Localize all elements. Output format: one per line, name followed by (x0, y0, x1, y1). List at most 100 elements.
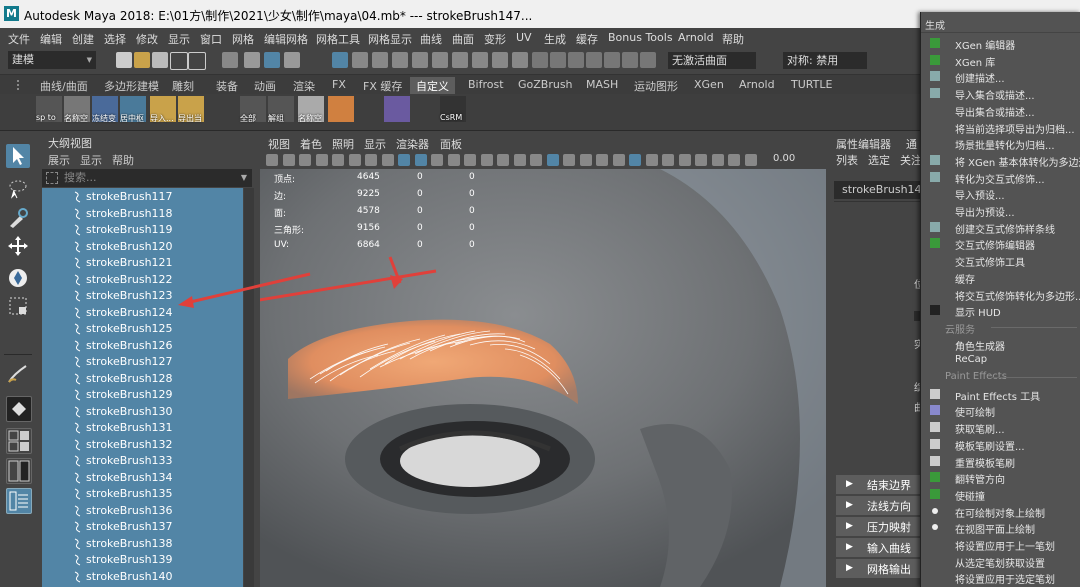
outliner-item[interactable]: strokeBrush135 (42, 486, 243, 503)
generate-menu-item[interactable]: 获取笔刷... (921, 419, 1080, 436)
viewport-toolbar-icon-10[interactable] (431, 154, 443, 166)
viewport-toolbar-icon-1[interactable] (282, 154, 295, 166)
shelf-tab-0[interactable]: 曲线/曲面 (34, 77, 94, 95)
attribute-editor-title[interactable]: 属性编辑器 (836, 136, 891, 152)
menu-18[interactable]: Arnold (678, 31, 714, 44)
shelf-icon-2[interactable]: 冻结变 (92, 96, 118, 123)
shelf-icon-0[interactable]: sp to (36, 96, 62, 122)
viewport-toolbar-icon-25[interactable] (678, 154, 691, 166)
shelf-tab-9[interactable]: Bifrost (462, 77, 510, 92)
generate-menu-item[interactable]: 场景批量转化为归档... (921, 135, 1080, 152)
viewport-toolbar-icon-29[interactable] (744, 154, 757, 166)
generate-menu-item[interactable]: 创建交互式修饰样条线 (921, 219, 1080, 236)
snap-grid-icon[interactable] (332, 52, 348, 68)
viewport-toolbar-icon-15[interactable] (513, 154, 526, 166)
outliner-item[interactable]: strokeBrush133 (42, 453, 243, 470)
outliner-item[interactable]: strokeBrush140 (42, 569, 243, 586)
outliner-item[interactable]: strokeBrush138 (42, 536, 243, 553)
generate-menu-item[interactable]: 导出为预设... (921, 202, 1080, 219)
viewport-menu-show[interactable]: 显示 (364, 136, 386, 152)
camera-icon[interactable] (640, 52, 656, 68)
viewport-toolbar-icon-21[interactable] (612, 154, 625, 166)
menu-15[interactable]: 生成 (544, 31, 566, 47)
outliner-item[interactable]: strokeBrush139 (42, 552, 243, 569)
render-icon[interactable] (472, 52, 488, 68)
viewport-menu-panels[interactable]: 面板 (440, 136, 462, 152)
generate-menu-item[interactable]: 模板笔刷设置... (921, 436, 1080, 453)
generate-menu-item[interactable]: ReCap (921, 352, 1080, 368)
outliner-search-input[interactable]: 搜索... ▼ (42, 169, 252, 187)
menu-13[interactable]: 变形 (484, 31, 506, 47)
construction-history-icon[interactable] (568, 52, 584, 68)
viewport-toolbar-icon-17[interactable] (546, 154, 559, 166)
ipr-render-icon[interactable] (492, 52, 508, 68)
outliner-list[interactable]: strokeBrush117 strokeBrush118 strokeBrush1… (42, 188, 243, 587)
live-options-icon[interactable] (622, 52, 638, 68)
shelf-tab-4[interactable]: 动画 (248, 77, 282, 95)
viewport-toolbar-icon-8[interactable] (398, 154, 410, 166)
menu-0[interactable]: 文件 (8, 31, 30, 47)
outliner-item[interactable]: strokeBrush134 (42, 470, 243, 487)
menu-5[interactable]: 显示 (168, 31, 190, 47)
menu-9[interactable]: 网格工具 (316, 31, 360, 47)
attr-section-4[interactable]: ▶ 网格输出 (836, 559, 922, 578)
outliner-layout-icon[interactable] (6, 488, 32, 514)
viewport-toolbar-icon-9[interactable] (414, 154, 427, 166)
shelf-tab-12[interactable]: 运动图形 (628, 77, 684, 95)
two-view-layout-icon[interactable] (6, 458, 32, 484)
select-component-mode-icon[interactable] (284, 52, 300, 68)
outliner-item[interactable]: strokeBrush130 (42, 404, 243, 421)
outliner-item[interactable]: strokeBrush132 (42, 437, 243, 454)
viewport-menu-shading[interactable]: 着色 (300, 136, 322, 152)
viewport-toolbar-icon-16[interactable] (530, 154, 542, 166)
outliner-item[interactable]: strokeBrush131 (42, 420, 243, 437)
viewport-toolbar-icon-6[interactable] (365, 154, 377, 166)
menu-14[interactable]: UV (516, 31, 532, 44)
select-tool-icon[interactable] (6, 144, 30, 168)
generate-menu-item[interactable]: Paint Effects 工具 (921, 386, 1080, 403)
history-icon[interactable] (452, 52, 468, 68)
menu-10[interactable]: 网格显示 (368, 31, 412, 47)
viewport-toolbar-icon-3[interactable] (315, 154, 328, 166)
viewport-toolbar-icon-14[interactable] (497, 154, 509, 166)
outliner-item[interactable]: strokeBrush118 (42, 206, 243, 223)
shelf-tab-14[interactable]: Arnold (733, 77, 781, 92)
shelf-tab-8[interactable]: 自定义 (410, 77, 455, 95)
shelf-tab-5[interactable]: 渲染 (287, 77, 321, 95)
menu-19[interactable]: 帮助 (722, 31, 744, 47)
outliner-menu-display[interactable]: 展示 (48, 152, 70, 168)
generate-menu-item[interactable]: 将设置应用于上一笔划 (921, 536, 1080, 553)
redo-icon[interactable] (188, 52, 206, 70)
generate-menu-item[interactable]: XGen 库 (921, 52, 1080, 69)
viewport-toolbar-icon-22[interactable] (629, 154, 641, 166)
select-component-icon[interactable] (264, 52, 280, 68)
symmetry-dropdown[interactable]: 对称: 禁用 (783, 52, 867, 69)
viewport-toolbar-icon-7[interactable] (381, 154, 394, 166)
shelf-icon-4[interactable]: 导入... (150, 96, 176, 123)
open-scene-icon[interactable] (134, 52, 150, 68)
scale-tool-icon[interactable] (6, 294, 30, 318)
generate-menu-item[interactable]: 在视图平面上绘制 (921, 519, 1080, 536)
viewport-toolbar-icon-4[interactable] (332, 154, 344, 166)
lasso-tool-icon[interactable] (6, 176, 30, 200)
shelf-tab-15[interactable]: TURTLE (785, 77, 838, 92)
generate-menu-item[interactable]: 转化为交互式修饰... (921, 169, 1080, 186)
render-settings-icon[interactable] (512, 52, 528, 68)
shelf-tab-13[interactable]: XGen (688, 77, 730, 92)
outliner-item[interactable]: strokeBrush137 (42, 519, 243, 536)
viewport-menu-lighting[interactable]: 照明 (332, 136, 354, 152)
paint-effects-brush-icon[interactable] (6, 362, 30, 386)
3d-viewport[interactable]: 顶点: 4645 0 0 边: 9225 0 0 面: 4578 0 0 三角形: 9156 0 0 UV: 68… (260, 169, 826, 587)
viewport-menu-renderer[interactable]: 渲染器 (396, 136, 429, 152)
generate-menu-item[interactable]: 将交互式修饰转化为多边形... (921, 286, 1080, 303)
outliner-menu-show[interactable]: 显示 (80, 152, 102, 168)
rotate-tool-icon[interactable] (6, 266, 30, 290)
generate-menu-item[interactable]: 交互式修饰编辑器 (921, 235, 1080, 252)
menu-16[interactable]: 缓存 (576, 31, 598, 47)
menu-3[interactable]: 选择 (104, 31, 126, 47)
viewport-toolbar-icon-2[interactable] (299, 154, 311, 166)
menu-11[interactable]: 曲线 (420, 31, 442, 47)
shelf-icon-7[interactable]: 解组 (268, 96, 294, 123)
viewport-toolbar-icon-5[interactable] (348, 154, 361, 166)
generate-menu-item[interactable]: 从选定笔划获取设置 (921, 553, 1080, 570)
